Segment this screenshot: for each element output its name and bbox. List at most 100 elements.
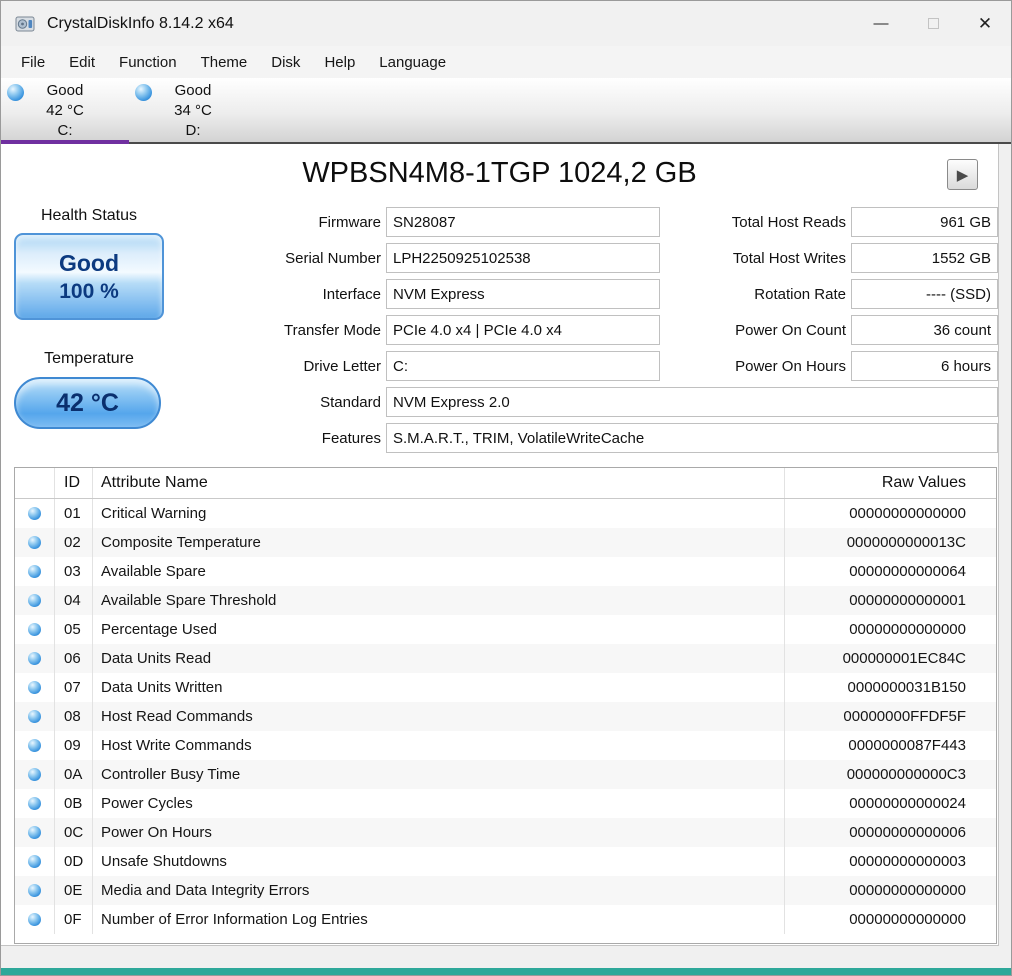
attribute-raw-value: 0000000087F443	[784, 731, 996, 760]
attribute-raw-value: 000000000000C3	[784, 760, 996, 789]
app-icon	[13, 12, 37, 36]
id-column-header: ID	[55, 468, 93, 498]
field-label: Interface	[322, 285, 381, 303]
drive-tab[interactable]: Good 42 °C C:	[1, 78, 129, 144]
attribute-id: 0E	[55, 876, 93, 905]
drive-stats-fields: Total Host Reads 961 GB Total Host Write…	[701, 207, 998, 387]
table-row: 08 Host Read Commands 00000000FFDF5F	[15, 702, 996, 731]
status-cell	[15, 876, 55, 905]
attribute-raw-value: 00000000000000	[784, 876, 996, 905]
field-label: Serial Number	[285, 249, 381, 267]
status-cell	[15, 702, 55, 731]
attribute-name: Available Spare	[101, 563, 206, 580]
smart-attribute-table: ID Attribute Name Raw Values 01 Critical…	[14, 467, 997, 944]
drive-tab[interactable]: Good 34 °C D:	[129, 78, 257, 142]
field-label: Drive Letter	[303, 357, 381, 375]
menu-item[interactable]: Theme	[189, 50, 260, 75]
status-cell	[15, 731, 55, 760]
health-status-label: Health Status	[40, 207, 138, 224]
attribute-name-column-header: Attribute Name	[101, 474, 208, 491]
attribute-name: Composite Temperature	[101, 534, 261, 551]
attribute-name: Data Units Read	[101, 650, 212, 667]
status-cell	[15, 760, 55, 789]
status-cell	[15, 673, 55, 702]
model-row: WPBSN4M8-1TGP 1024,2 GB ▶	[1, 144, 998, 199]
status-cell	[15, 615, 55, 644]
field-row: Power On Count 36 count	[701, 315, 998, 345]
status-dot-icon	[28, 565, 41, 578]
status-dot-icon	[28, 913, 41, 926]
table-row: 02 Composite Temperature 0000000000013C	[15, 528, 996, 557]
menu-item[interactable]: Edit	[57, 50, 107, 75]
field-row: Total Host Writes 1552 GB	[701, 243, 998, 273]
menu-item[interactable]: Disk	[259, 50, 312, 75]
attribute-name: Unsafe Shutdowns	[101, 853, 227, 870]
attribute-raw-value: 00000000000001	[784, 586, 996, 615]
attribute-name: Host Write Commands	[101, 737, 252, 754]
health-status-button[interactable]: Good 100 %	[14, 233, 164, 320]
menu-item[interactable]: Function	[107, 50, 189, 75]
attribute-raw-value: 00000000000006	[784, 818, 996, 847]
status-cell	[15, 789, 55, 818]
minimize-button[interactable]: —	[855, 1, 907, 46]
status-dot-icon	[28, 536, 41, 549]
attribute-raw-value: 0000000000013C	[784, 528, 996, 557]
field-row: Power On Hours 6 hours	[701, 351, 998, 381]
field-value: 6 hours	[851, 351, 998, 381]
status-dot-icon	[28, 652, 41, 665]
temperature-indicator: 42 °C	[14, 377, 161, 429]
menu-item[interactable]: Help	[312, 50, 367, 75]
attribute-id: 09	[55, 731, 93, 760]
alert-play-button[interactable]: ▶	[947, 159, 978, 190]
table-row: 03 Available Spare 00000000000064	[15, 557, 996, 586]
table-row: 0F Number of Error Information Log Entri…	[15, 905, 996, 934]
window-title: CrystalDiskInfo 8.14.2 x64	[47, 14, 234, 32]
status-dot-icon	[28, 681, 41, 694]
drive-model-title: WPBSN4M8-1TGP 1024,2 GB	[302, 157, 697, 189]
status-dot-icon	[28, 884, 41, 897]
drive-letter: C:	[57, 122, 73, 139]
table-row: 06 Data Units Read 000000001EC84C	[15, 644, 996, 673]
health-temperature-column: Health Status Good 100 % Temperature 42 …	[14, 207, 164, 429]
raw-values-column-header: Raw Values	[784, 468, 996, 498]
temperature-label: Temperature	[44, 350, 134, 367]
attribute-id: 0B	[55, 789, 93, 818]
status-dot-icon	[28, 739, 41, 752]
maximize-button[interactable]	[907, 1, 959, 46]
field-value: PCIe 4.0 x4 | PCIe 4.0 x4	[386, 315, 660, 345]
drive-letter: D:	[185, 122, 201, 139]
field-value: NVM Express	[386, 279, 660, 309]
menu-item[interactable]: Language	[367, 50, 458, 75]
drive-status-orb-icon	[135, 84, 152, 101]
table-row: 0D Unsafe Shutdowns 00000000000003	[15, 847, 996, 876]
field-value: S.M.A.R.T., TRIM, VolatileWriteCache	[386, 423, 998, 453]
field-label: Power On Count	[735, 321, 846, 339]
attribute-name: Critical Warning	[101, 505, 207, 522]
maximize-icon	[927, 18, 939, 29]
health-status-value: Good	[58, 249, 120, 276]
field-row: Total Host Reads 961 GB	[701, 207, 998, 237]
close-button[interactable]: ✕	[959, 1, 1011, 46]
table-row: 0B Power Cycles 00000000000024	[15, 789, 996, 818]
attribute-name: Available Spare Threshold	[101, 592, 277, 609]
main-panel: WPBSN4M8-1TGP 1024,2 GB ▶ Health Status …	[1, 144, 999, 946]
field-label: Total Host Writes	[732, 249, 846, 267]
field-value: 1552 GB	[851, 243, 998, 273]
attribute-raw-value: 00000000000000	[784, 499, 996, 528]
attribute-id: 0A	[55, 760, 93, 789]
attribute-raw-value: 00000000000003	[784, 847, 996, 876]
attribute-name: Controller Busy Time	[101, 766, 241, 783]
minimize-icon: —	[873, 15, 889, 32]
attribute-raw-value: 0000000031B150	[784, 673, 996, 702]
attribute-name: Power Cycles	[101, 795, 193, 812]
status-dot-icon	[28, 594, 41, 607]
menu-item[interactable]: File	[9, 50, 57, 75]
table-row: 04 Available Spare Threshold 00000000000…	[15, 586, 996, 615]
attribute-name: Percentage Used	[101, 621, 217, 638]
drive-status-orb-icon	[7, 84, 24, 101]
status-dot-icon	[28, 507, 41, 520]
field-row: Standard NVM Express 2.0	[263, 387, 998, 417]
attribute-name: Data Units Written	[101, 679, 223, 696]
field-row: Features S.M.A.R.T., TRIM, VolatileWrite…	[263, 423, 998, 453]
status-column-header	[15, 468, 55, 498]
